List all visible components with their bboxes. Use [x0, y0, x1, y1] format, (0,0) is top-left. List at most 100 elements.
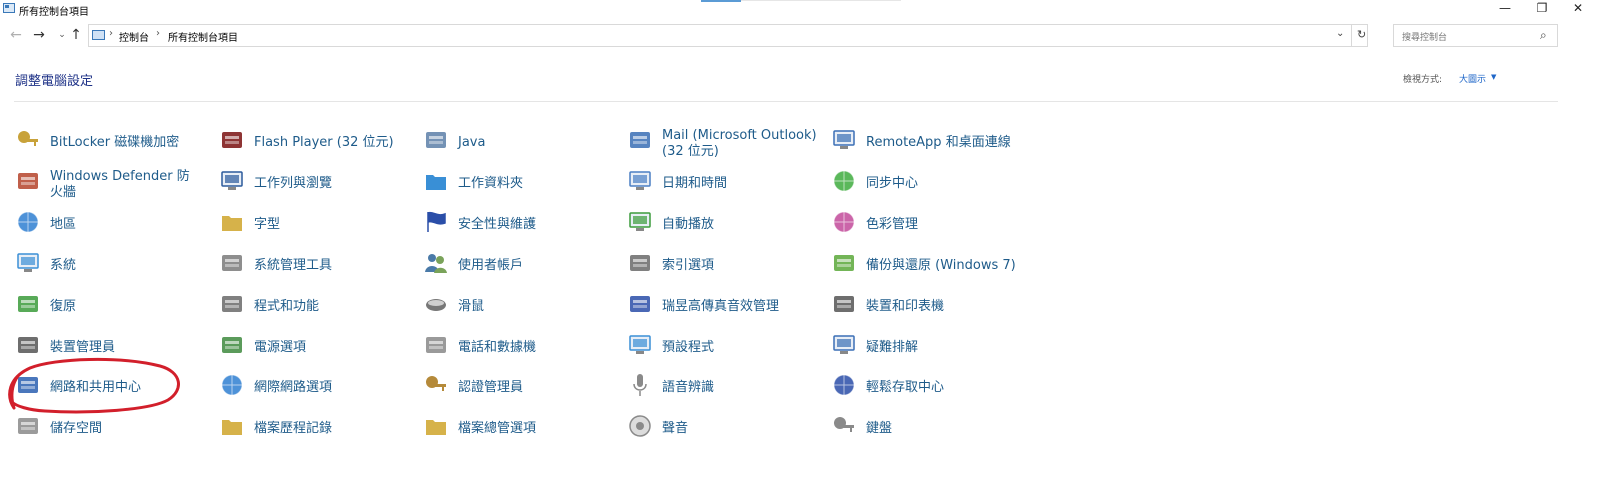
crumb-separator[interactable]: ›: [109, 28, 113, 39]
control-panel-item-label[interactable]: 瑞昱高傳真音效管理: [662, 299, 827, 315]
title-accent-line: [741, 0, 901, 1]
control-panel-item-label[interactable]: 電話和數據機: [458, 340, 623, 356]
control-panel-item[interactable]: Mail (Microsoft Outlook) (32 位元): [627, 122, 822, 160]
control-panel-item-label[interactable]: 系統: [50, 258, 215, 274]
control-panel-item-label[interactable]: 自動播放: [662, 217, 827, 233]
control-panel-item[interactable]: Java: [423, 122, 618, 160]
control-panel-item[interactable]: 電話和數據機: [423, 327, 618, 365]
control-panel-item-label[interactable]: 疑難排解: [866, 340, 1031, 356]
control-panel-item[interactable]: 字型: [219, 204, 414, 242]
control-panel-item[interactable]: 色彩管理: [831, 204, 1026, 242]
view-mode-dropdown[interactable]: 大圖示: [1459, 72, 1486, 85]
control-panel-item[interactable]: 儲存空間: [15, 408, 210, 446]
control-panel-item-label[interactable]: 工作列與瀏覽: [254, 176, 419, 192]
control-panel-item[interactable]: 系統管理工具: [219, 245, 414, 283]
control-panel-item[interactable]: 自動播放: [627, 204, 822, 242]
address-dropdown-button[interactable]: ⌄: [1336, 28, 1344, 39]
control-panel-item[interactable]: 疑難排解: [831, 327, 1026, 365]
control-panel-item-label[interactable]: 安全性與維護: [458, 217, 623, 233]
control-panel-item[interactable]: 瑞昱高傳真音效管理: [627, 286, 822, 324]
control-panel-item-label[interactable]: 預設程式: [662, 340, 827, 356]
forward-button[interactable]: →: [31, 26, 47, 44]
control-panel-item[interactable]: 鍵盤: [831, 408, 1026, 446]
control-panel-item-label[interactable]: 檔案總管選項: [458, 421, 623, 437]
control-panel-item-label[interactable]: 聲音: [662, 421, 827, 437]
search-placeholder: 搜尋控制台: [1402, 33, 1448, 43]
control-panel-item[interactable]: 認證管理員: [423, 367, 618, 405]
back-button[interactable]: ←: [8, 26, 24, 44]
control-panel-item[interactable]: Flash Player (32 位元): [219, 122, 414, 160]
control-panel-item-label[interactable]: 索引選項: [662, 258, 827, 274]
control-panel-item-label[interactable]: 鍵盤: [866, 421, 1031, 437]
control-panel-item[interactable]: 同步中心: [831, 163, 1026, 201]
control-panel-item-label[interactable]: 裝置和印表機: [866, 299, 1031, 315]
control-panel-item[interactable]: 日期和時間: [627, 163, 822, 201]
control-panel-item[interactable]: 安全性與維護: [423, 204, 618, 242]
control-panel-item-label[interactable]: 同步中心: [866, 176, 1031, 192]
control-panel-item[interactable]: 電源選項: [219, 327, 414, 365]
control-panel-item-label[interactable]: 工作資料夾: [458, 176, 623, 192]
control-panel-item-label[interactable]: Java: [458, 135, 623, 151]
search-input[interactable]: 搜尋控制台 ⌕: [1393, 24, 1558, 47]
control-panel-item[interactable]: 地區: [15, 204, 210, 242]
control-panel-item-label[interactable]: 裝置管理員: [50, 340, 215, 356]
control-panel-item-label[interactable]: 檔案歷程記錄: [254, 421, 419, 437]
refresh-button[interactable]: ↻: [1357, 28, 1366, 41]
control-panel-item-label[interactable]: Windows Defender 防火牆: [50, 169, 200, 201]
address-bar[interactable]: › 控制台 › 所有控制台項目 ⌄ ↻: [88, 24, 1368, 47]
control-panel-item-label[interactable]: 程式和功能: [254, 299, 419, 315]
control-panel-item[interactable]: 輕鬆存取中心: [831, 367, 1026, 405]
breadcrumb-all-items[interactable]: 所有控制台項目: [168, 29, 238, 44]
control-panel-item-label[interactable]: 網際網路選項: [254, 380, 419, 396]
control-panel-item-label[interactable]: 輕鬆存取中心: [866, 380, 1031, 396]
control-panel-item-label[interactable]: 復原: [50, 299, 215, 315]
control-panel-item[interactable]: 預設程式: [627, 327, 822, 365]
control-panel-item-label[interactable]: 地區: [50, 217, 215, 233]
control-panel-item-label[interactable]: 電源選項: [254, 340, 419, 356]
chevron-down-icon[interactable]: ▼: [1491, 73, 1496, 81]
control-panel-item[interactable]: 語音辨識: [627, 367, 822, 405]
minimize-button[interactable]: —: [1487, 0, 1523, 18]
control-panel-item-label[interactable]: 色彩管理: [866, 217, 1031, 233]
control-panel-item[interactable]: 程式和功能: [219, 286, 414, 324]
close-button[interactable]: ✕: [1560, 0, 1596, 18]
control-panel-item[interactable]: 滑鼠: [423, 286, 618, 324]
control-panel-item[interactable]: 檔案總管選項: [423, 408, 618, 446]
control-panel-item-label[interactable]: 滑鼠: [458, 299, 623, 315]
control-panel-item[interactable]: 聲音: [627, 408, 822, 446]
microphone-icon: [627, 372, 653, 398]
maximize-button[interactable]: ❐: [1524, 0, 1560, 18]
up-button[interactable]: ↑: [68, 26, 84, 44]
control-panel-item[interactable]: 網路和共用中心: [15, 367, 210, 405]
control-panel-item-label[interactable]: 儲存空間: [50, 421, 215, 437]
control-panel-item-label[interactable]: 使用者帳戶: [458, 258, 623, 274]
breadcrumb-control-panel[interactable]: 控制台: [119, 29, 149, 44]
control-panel-item[interactable]: 復原: [15, 286, 210, 324]
control-panel-item[interactable]: Windows Defender 防火牆: [15, 163, 210, 201]
search-icon[interactable]: ⌕: [1540, 28, 1547, 43]
control-panel-item-label[interactable]: 語音辨識: [662, 380, 827, 396]
control-panel-item[interactable]: 備份與還原 (Windows 7): [831, 245, 1026, 283]
control-panel-item[interactable]: 網際網路選項: [219, 367, 414, 405]
control-panel-item-label[interactable]: 認證管理員: [458, 380, 623, 396]
control-panel-item[interactable]: RemoteApp 和桌面連線: [831, 122, 1026, 160]
control-panel-item[interactable]: 系統: [15, 245, 210, 283]
control-panel-item-label[interactable]: Flash Player (32 位元): [254, 135, 419, 151]
control-panel-item[interactable]: 檔案歷程記錄: [219, 408, 414, 446]
control-panel-item[interactable]: 工作資料夾: [423, 163, 618, 201]
control-panel-item-label[interactable]: 系統管理工具: [254, 258, 419, 274]
control-panel-item[interactable]: 工作列與瀏覽: [219, 163, 414, 201]
control-panel-item[interactable]: 裝置管理員: [15, 327, 210, 365]
crumb-separator[interactable]: ›: [156, 28, 160, 39]
control-panel-item-label[interactable]: 備份與還原 (Windows 7): [866, 258, 1031, 274]
control-panel-item[interactable]: 索引選項: [627, 245, 822, 283]
control-panel-item-label[interactable]: RemoteApp 和桌面連線: [866, 135, 1031, 151]
control-panel-item[interactable]: 使用者帳戶: [423, 245, 618, 283]
control-panel-item-label[interactable]: 日期和時間: [662, 176, 827, 192]
control-panel-item-label[interactable]: 字型: [254, 217, 419, 233]
control-panel-item-label[interactable]: Mail (Microsoft Outlook) (32 位元): [662, 128, 817, 160]
control-panel-item-label[interactable]: 網路和共用中心: [50, 380, 215, 396]
control-panel-item-label[interactable]: BitLocker 磁碟機加密: [50, 135, 215, 151]
control-panel-item[interactable]: BitLocker 磁碟機加密: [15, 122, 210, 160]
control-panel-item[interactable]: 裝置和印表機: [831, 286, 1026, 324]
